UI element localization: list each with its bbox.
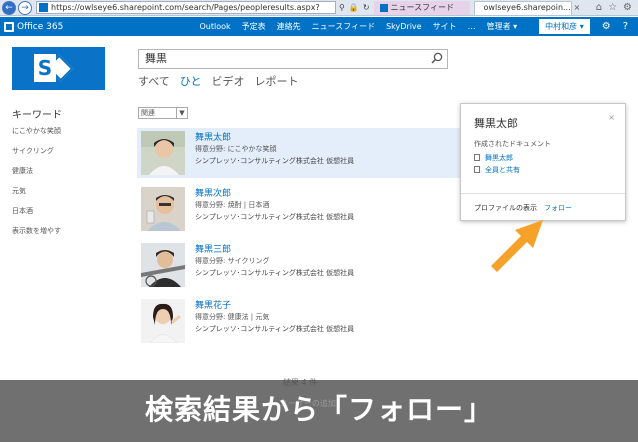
vertical-reports[interactable]: レポート (254, 73, 298, 89)
help-icon[interactable]: ? (623, 21, 628, 32)
suite-link-admin[interactable]: 管理者 ▾ (487, 21, 518, 32)
person-name-link[interactable]: 舞黒花子 (195, 298, 231, 311)
people-result[interactable]: 舞黒花子 得意分野: 健康法 | 元気 シンプレッソ･コンサルティング株式会社 … (137, 296, 461, 346)
person-photo[interactable] (141, 131, 185, 175)
sharepoint-favicon-icon (39, 3, 48, 12)
document-icon (474, 154, 480, 161)
sharepoint-logo[interactable]: S (12, 47, 105, 90)
sharepoint-s-icon: S (37, 56, 53, 80)
doc-label: 全員と共有 (485, 166, 520, 174)
person-name-link[interactable]: 舞黒三郎 (195, 242, 231, 255)
refiner-list: にこやかな笑顔 サイクリング 健康法 元気 日本酒 表示数を増やす (12, 126, 61, 236)
address-tools: ⚲ 🔒 ↻ (339, 3, 370, 12)
person-org: シンプレッソ･コンサルティング株式会社 仮想社員 (195, 325, 355, 333)
vertical-all[interactable]: すべて (138, 73, 170, 89)
suite-link-sites[interactable]: サイト (433, 21, 457, 32)
people-result[interactable]: 舞黒太郎 得意分野: にこやかな笑顔 シンプレッソ･コンサルティング株式会社 仮… (137, 128, 461, 178)
person-skills: 得意分野: サイクリング (195, 257, 270, 265)
person-photo[interactable] (141, 243, 185, 287)
people-result[interactable]: 舞黒三郎 得意分野: サイクリング シンプレッソ･コンサルティング株式会社 仮想… (137, 240, 461, 290)
close-tab-icon[interactable]: × (574, 1, 581, 15)
user-menu[interactable]: 中村和彦 ▾ (539, 19, 590, 34)
people-result[interactable]: 舞黒次郎 得意分野: 焼酎 | 日本酒 シンプレッソ･コンサルティング株式会社 … (137, 184, 461, 234)
person-org: シンプレッソ･コンサルティング株式会社 仮想社員 (195, 269, 355, 277)
hover-card-docs-label: 作成されたドキュメント (474, 140, 551, 148)
caption-text: 検索結果から「フォロー」 (144, 393, 493, 426)
annotation-arrow-icon (491, 220, 543, 272)
gear-icon[interactable]: ⚙ (602, 21, 611, 32)
tab-label: ニュースフィード (390, 2, 454, 12)
suite-link-calendar[interactable]: 予定表 (242, 21, 266, 32)
person-skills: 得意分野: 健康法 | 元気 (195, 313, 270, 321)
refresh-icon[interactable]: ↻ (363, 3, 370, 12)
hover-card-doc-link[interactable]: 全員と共有 (474, 165, 520, 175)
hover-card-name: 舞黒太郎 (474, 117, 518, 130)
brand-label: Office 365 (17, 21, 64, 32)
refiner-item[interactable]: 健康法 (12, 166, 61, 176)
suite-link-more[interactable]: … (468, 22, 476, 31)
person-skills: 得意分野: にこやかな笑顔 (195, 145, 277, 153)
tab-favicon-icon (379, 3, 388, 12)
browser-tab-newsfeed[interactable]: ニュースフィード (373, 0, 470, 15)
search-icon[interactable]: ⚲ (339, 3, 345, 12)
suite-links: Outlook 予定表 連絡先 ニュースフィード SkyDrive サイト … … (199, 21, 517, 32)
vertical-video[interactable]: ビデオ (211, 73, 244, 89)
close-icon[interactable]: × (608, 113, 615, 122)
hover-card-doc-link[interactable]: 舞黒太郎 (474, 153, 513, 163)
sort-selected: 関連 (141, 109, 155, 117)
refiner-item[interactable]: 元気 (12, 186, 61, 196)
person-name-link[interactable]: 舞黒太郎 (195, 130, 231, 143)
person-photo[interactable] (141, 187, 185, 231)
search-query: 舞黒 (145, 52, 167, 65)
address-url: https://owlseye6.sharepoint.com/search/P… (51, 3, 320, 12)
browser-chrome: ← → https://owlseye6.sharepoint.com/sear… (0, 0, 638, 16)
office365-suite-bar: Office 365 Outlook 予定表 連絡先 ニュースフィード SkyD… (0, 17, 638, 36)
lock-icon: 🔒 (348, 3, 359, 12)
search-input[interactable]: 舞黒 (138, 49, 448, 69)
suite-link-newsfeed[interactable]: ニュースフィード (312, 21, 375, 32)
address-bar[interactable]: https://owlseye6.sharepoint.com/search/P… (36, 1, 336, 14)
refiner-item[interactable]: 日本酒 (12, 206, 61, 216)
document-icon (474, 166, 480, 173)
refiner-item[interactable]: サイクリング (12, 146, 61, 156)
person-org: シンプレッソ･コンサルティング株式会社 仮想社員 (195, 213, 355, 221)
person-org: シンプレッソ･コンサルティング株式会社 仮想社員 (195, 157, 355, 165)
hover-card-divider (461, 193, 625, 194)
person-photo[interactable] (141, 299, 185, 343)
back-arrow-icon[interactable]: ← (2, 0, 16, 15)
person-name-link[interactable]: 舞黒次郎 (195, 186, 231, 199)
settings-gear-icon[interactable]: ⚙ (623, 2, 632, 13)
suite-link-contacts[interactable]: 連絡先 (277, 21, 301, 32)
person-hover-card: 舞黒太郎 × 作成されたドキュメント 舞黒太郎 全員と共有 プロファイルの表示 … (460, 103, 626, 221)
office365-brand[interactable]: Office 365 (4, 21, 64, 32)
tab-label: owlseye6.sharepoin... (483, 3, 571, 12)
refiner-title: キーワード (12, 110, 62, 121)
person-skills: 得意分野: 焼酎 | 日本酒 (195, 201, 270, 209)
suite-link-skydrive[interactable]: SkyDrive (386, 22, 422, 31)
office-logo-icon (4, 21, 14, 32)
suite-link-outlook[interactable]: Outlook (199, 22, 230, 31)
chevron-down-icon: ▼ (176, 108, 187, 118)
suite-user-area: 中村和彦 ▾ ⚙ ? (539, 19, 638, 34)
forward-arrow-icon[interactable]: → (18, 0, 32, 15)
home-icon[interactable]: ⌂ (596, 2, 602, 13)
browser-tab-search[interactable]: owlseye6.sharepoin... × (473, 0, 580, 15)
favorites-star-icon[interactable]: ☆ (608, 2, 617, 13)
search-icon[interactable] (431, 52, 443, 64)
refiner-item[interactable]: にこやかな笑顔 (12, 126, 61, 136)
sort-dropdown[interactable]: 関連 ▼ (138, 107, 188, 119)
refiner-show-more[interactable]: 表示数を増やす (12, 226, 61, 236)
doc-label: 舞黒太郎 (485, 154, 513, 162)
search-verticals: すべて ひと ビデオ レポート (138, 73, 298, 89)
vertical-people[interactable]: ひと (180, 73, 202, 89)
browser-icons: ⌂ ☆ ⚙ (596, 2, 638, 13)
